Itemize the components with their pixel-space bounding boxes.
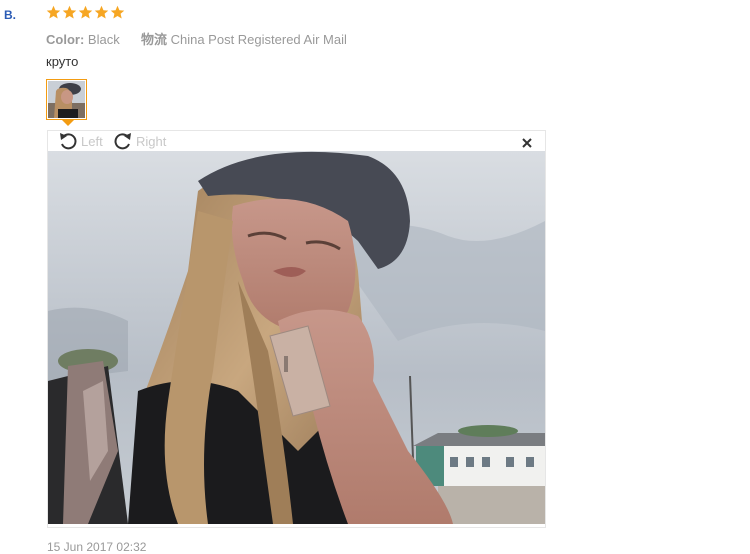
rotate-right-button[interactable]: Right xyxy=(113,131,166,151)
star-icon xyxy=(110,5,125,19)
star-icon xyxy=(94,5,109,19)
shipping-label: 物流 xyxy=(140,32,167,47)
rotate-left-icon xyxy=(60,133,77,150)
rotate-left-label: Left xyxy=(81,133,103,149)
star-icon xyxy=(78,5,93,19)
rotate-left-button[interactable]: Left xyxy=(58,131,103,151)
star-rating xyxy=(46,5,125,20)
rotate-right-label: Right xyxy=(136,133,167,149)
thumbnail-image xyxy=(48,81,85,118)
reviewer-name: B. xyxy=(4,8,16,22)
review-photo-thumbnail[interactable] xyxy=(46,79,87,120)
rotate-right-icon xyxy=(114,133,131,150)
close-icon xyxy=(522,138,532,148)
review-text: круто xyxy=(46,54,79,69)
order-info: Color: Black 物流 China Post Registered Ai… xyxy=(46,29,347,48)
close-button[interactable] xyxy=(521,137,533,149)
review-photo xyxy=(48,151,545,524)
thumbnail-pointer xyxy=(62,120,74,126)
shipping-value: China Post Registered Air Mail xyxy=(170,32,347,47)
star-icon xyxy=(62,5,77,19)
photo-viewer: Left Right xyxy=(47,130,546,528)
color-value: Black xyxy=(87,32,120,47)
color-label: Color: xyxy=(46,32,85,47)
star-icon xyxy=(46,5,61,19)
